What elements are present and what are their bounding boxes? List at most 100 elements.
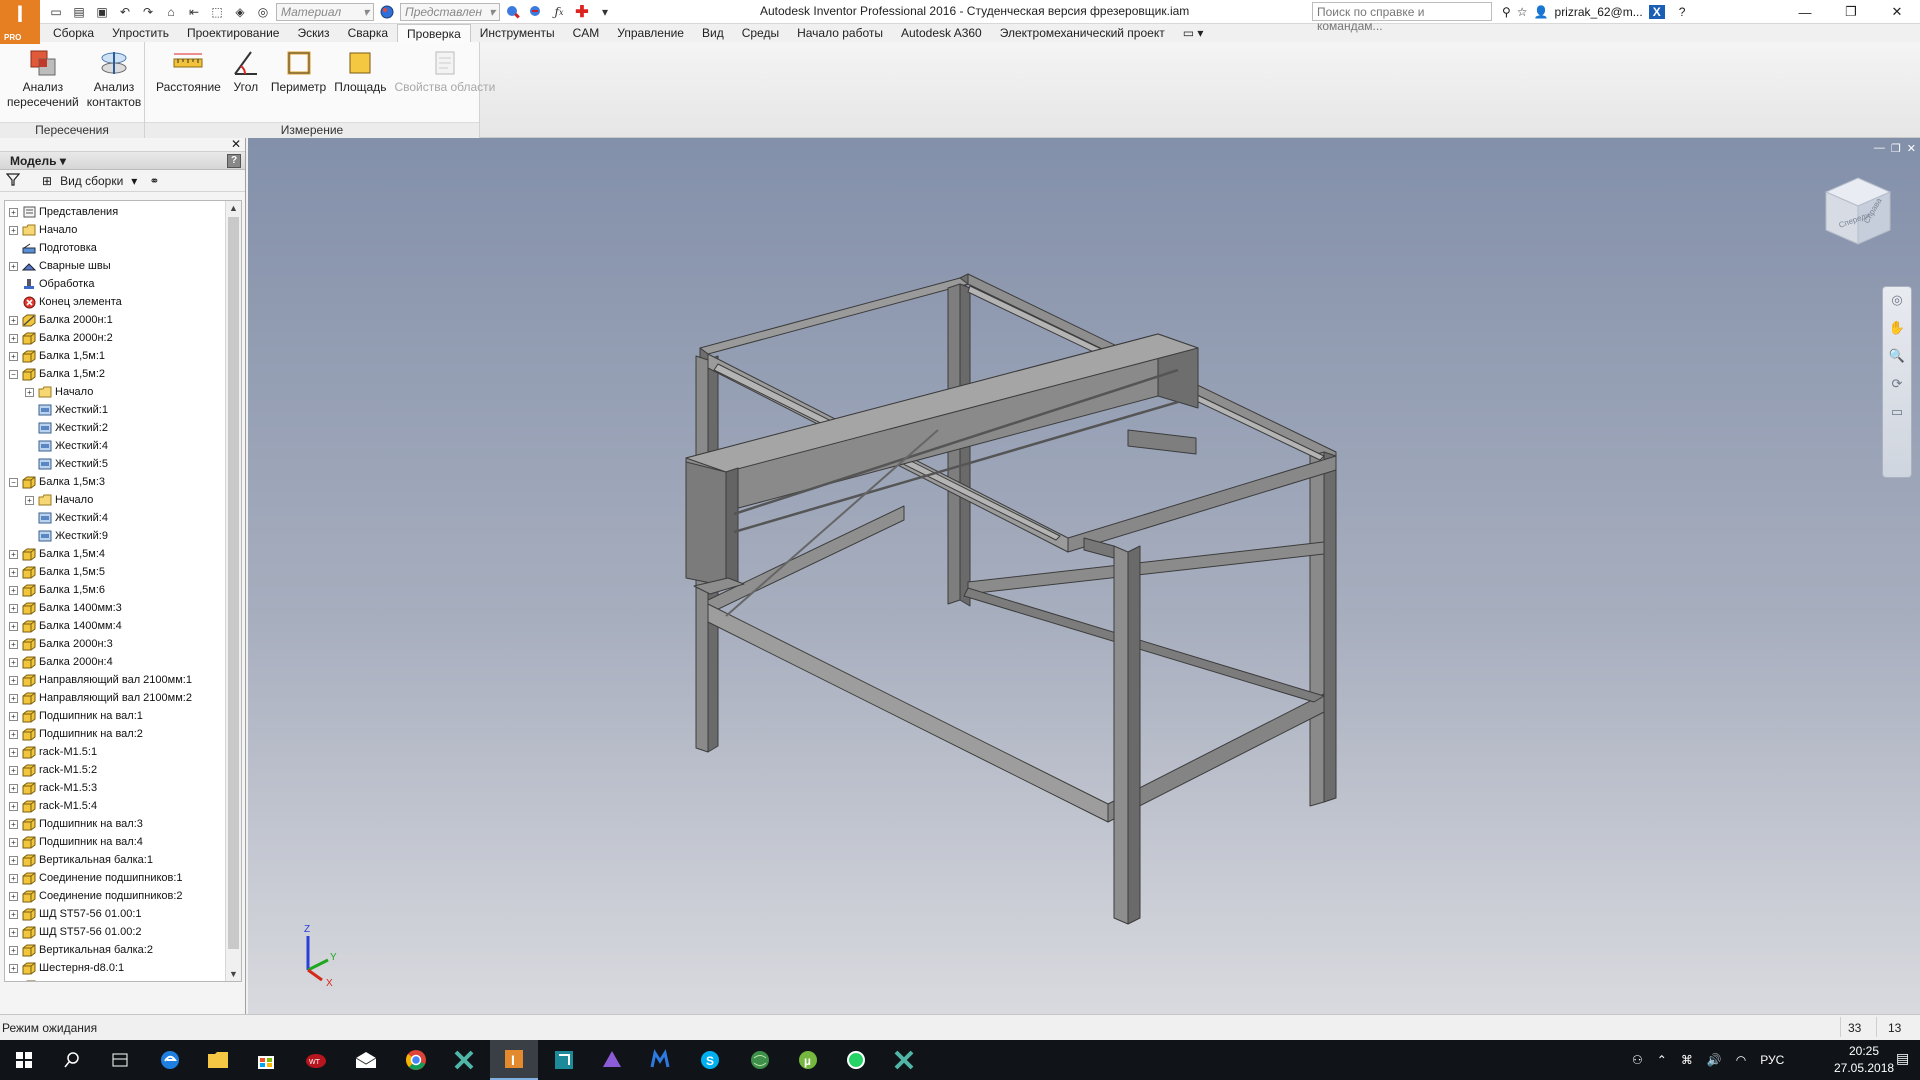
tab-2[interactable]: Проектирование xyxy=(178,24,289,42)
browser-help-icon[interactable]: ? xyxy=(227,154,241,168)
measure-perimeter-button[interactable]: Периметр xyxy=(268,46,329,95)
collapse-icon[interactable]: − xyxy=(9,477,18,487)
vpn-icon[interactable] xyxy=(588,1040,636,1080)
tree-node[interactable]: Жесткий:4 xyxy=(5,437,227,455)
whatsapp-icon[interactable] xyxy=(832,1040,880,1080)
scroll-down-icon[interactable]: ▼ xyxy=(226,967,241,981)
material-combo[interactable]: Материал ▾ xyxy=(276,3,374,21)
exchange-icon[interactable]: X xyxy=(1648,5,1665,19)
expand-icon[interactable]: + xyxy=(9,315,18,325)
expand-icon[interactable]: + xyxy=(9,333,18,343)
expand-icon[interactable]: + xyxy=(9,801,18,811)
clock[interactable]: 20:25 27.05.2018 xyxy=(1834,1043,1894,1077)
expand-icon[interactable]: + xyxy=(9,927,18,937)
redo-icon[interactable]: ↷ xyxy=(138,2,158,22)
chrome-icon[interactable] xyxy=(392,1040,440,1080)
help-search-input[interactable]: Поиск по справке и командам... xyxy=(1312,2,1492,33)
expand-icon[interactable]: + xyxy=(9,873,18,883)
expand-icon[interactable]: + xyxy=(9,657,18,667)
expand-icon[interactable]: + xyxy=(9,891,18,901)
tree-node[interactable]: + Представления xyxy=(5,203,227,221)
wifi-icon[interactable]: ◠ xyxy=(1736,1053,1746,1067)
tab-0[interactable]: Сборка xyxy=(44,24,103,42)
tree-node[interactable]: + Направляющий вал 2100мм:2 xyxy=(5,689,227,707)
help-icon[interactable]: ? xyxy=(1679,5,1686,19)
viewport-minimize-icon[interactable]: — xyxy=(1874,142,1885,155)
xmind2-icon[interactable] xyxy=(880,1040,928,1080)
close-window-button[interactable]: ✕ xyxy=(1874,0,1920,24)
tree-node[interactable]: + rack-M1.5:1 xyxy=(5,743,227,761)
tree-node[interactable]: Жесткий:5 xyxy=(5,455,227,473)
tree-node[interactable]: + ШД ST57-56 01.00:1 xyxy=(5,905,227,923)
graphics-window[interactable]: — ❐ ✕ Спереди Справа ◎ ✋ 🔍 ⟳ ▭ Z Y X xyxy=(248,138,1920,1014)
tree-node[interactable]: + Вертикальная балка:2 xyxy=(5,941,227,959)
customize-icon[interactable]: ▾ xyxy=(595,2,615,22)
expand-icon[interactable]: + xyxy=(9,945,18,955)
tree-node[interactable]: + Начало xyxy=(5,491,227,509)
expand-icon[interactable]: + xyxy=(9,909,18,919)
binoculars-icon[interactable]: ⚲ xyxy=(1502,5,1511,19)
expand-icon[interactable]: + xyxy=(9,693,18,703)
expand-icon[interactable]: + xyxy=(9,207,18,217)
globe-icon[interactable] xyxy=(736,1040,784,1080)
save-icon[interactable]: ▣ xyxy=(92,2,112,22)
pan-icon[interactable]: ✋ xyxy=(1888,319,1906,337)
tree-node[interactable]: + Шестерня-d8.0:2 xyxy=(5,977,227,981)
people-icon[interactable]: ⚇ xyxy=(1632,1053,1643,1067)
update-icon[interactable]: ◈ xyxy=(230,2,250,22)
tab-10[interactable]: Среды xyxy=(733,24,788,42)
expand-icon[interactable]: + xyxy=(9,837,18,847)
volume-icon[interactable]: 🔊 xyxy=(1707,1053,1722,1067)
tree-node[interactable]: Жесткий:1 xyxy=(5,401,227,419)
tree-node[interactable]: + Подшипник на вал:1 xyxy=(5,707,227,725)
expand-icon[interactable]: + xyxy=(9,351,18,361)
tree-node[interactable]: + Направляющий вал 2100мм:1 xyxy=(5,671,227,689)
tree-node[interactable]: + Балка 1,5м:1 xyxy=(5,347,227,365)
tree-node[interactable]: + Соединение подшипников:2 xyxy=(5,887,227,905)
tree-node[interactable]: + ШД ST57-56 01.00:2 xyxy=(5,923,227,941)
tree-node[interactable]: + Балка 2000н:1 xyxy=(5,311,227,329)
ribbon-options-icon[interactable]: ▭ ▾ xyxy=(1174,24,1213,42)
steering-wheel-icon[interactable]: ◎ xyxy=(1888,291,1906,309)
open-file-icon[interactable]: ▤ xyxy=(69,2,89,22)
app-icon[interactable] xyxy=(540,1040,588,1080)
tree-node[interactable]: + Балка 1,5м:4 xyxy=(5,545,227,563)
collapse-icon[interactable]: − xyxy=(9,369,18,379)
expand-icon[interactable]: + xyxy=(9,261,18,271)
tab-12[interactable]: Autodesk A360 xyxy=(892,24,991,42)
color-sphere-icon[interactable] xyxy=(377,2,397,22)
tree-node[interactable]: Конец элемента xyxy=(5,293,227,311)
expand-icon[interactable]: + xyxy=(9,819,18,829)
measure-area-button[interactable]: Площадь xyxy=(331,46,389,95)
tree-node[interactable]: Жесткий:2 xyxy=(5,419,227,437)
notifications-icon[interactable]: ▤ xyxy=(1896,1050,1909,1067)
close-browser-icon[interactable]: ✕ xyxy=(231,137,241,151)
measure-distance-button[interactable]: Расстояние xyxy=(153,46,224,95)
tree-node[interactable]: + Балка 2000н:4 xyxy=(5,653,227,671)
tree-node[interactable]: + Балка 1400мм:3 xyxy=(5,599,227,617)
tree-node[interactable]: + Вертикальная балка:1 xyxy=(5,851,227,869)
tree-node[interactable]: + Балка 1400мм:4 xyxy=(5,617,227,635)
tab-5[interactable]: Проверка xyxy=(397,24,471,42)
return-icon[interactable]: ⇤ xyxy=(184,2,204,22)
region-properties-button[interactable]: Свойства области xyxy=(391,46,498,95)
tree-node[interactable]: + Подшипник на вал:2 xyxy=(5,725,227,743)
tab-6[interactable]: Инструменты xyxy=(471,24,564,42)
representation-combo[interactable]: Представлен ▾ xyxy=(400,3,500,21)
viewport-close-icon[interactable]: ✕ xyxy=(1907,142,1916,155)
language-indicator[interactable]: РУС xyxy=(1760,1053,1784,1067)
tree-node[interactable]: Подготовка xyxy=(5,239,227,257)
tree-node[interactable]: + Начало xyxy=(5,383,227,401)
expand-icon[interactable]: + xyxy=(9,567,18,577)
expand-icon[interactable]: + xyxy=(9,747,18,757)
tree-node[interactable]: + Сварные швы xyxy=(5,257,227,275)
tree-node[interactable]: + Соединение подшипников:1 xyxy=(5,869,227,887)
undo-icon[interactable]: ↶ xyxy=(115,2,135,22)
tree-node[interactable]: + Балка 2000н:3 xyxy=(5,635,227,653)
function-icon[interactable]: ƒx xyxy=(549,2,569,22)
find-icon[interactable]: ⚭ xyxy=(149,174,159,188)
expand-icon[interactable]: + xyxy=(9,603,18,613)
tree-node[interactable]: + rack-M1.5:2 xyxy=(5,761,227,779)
minimize-button[interactable]: — xyxy=(1782,0,1828,24)
select-icon[interactable]: ⬚ xyxy=(207,2,227,22)
